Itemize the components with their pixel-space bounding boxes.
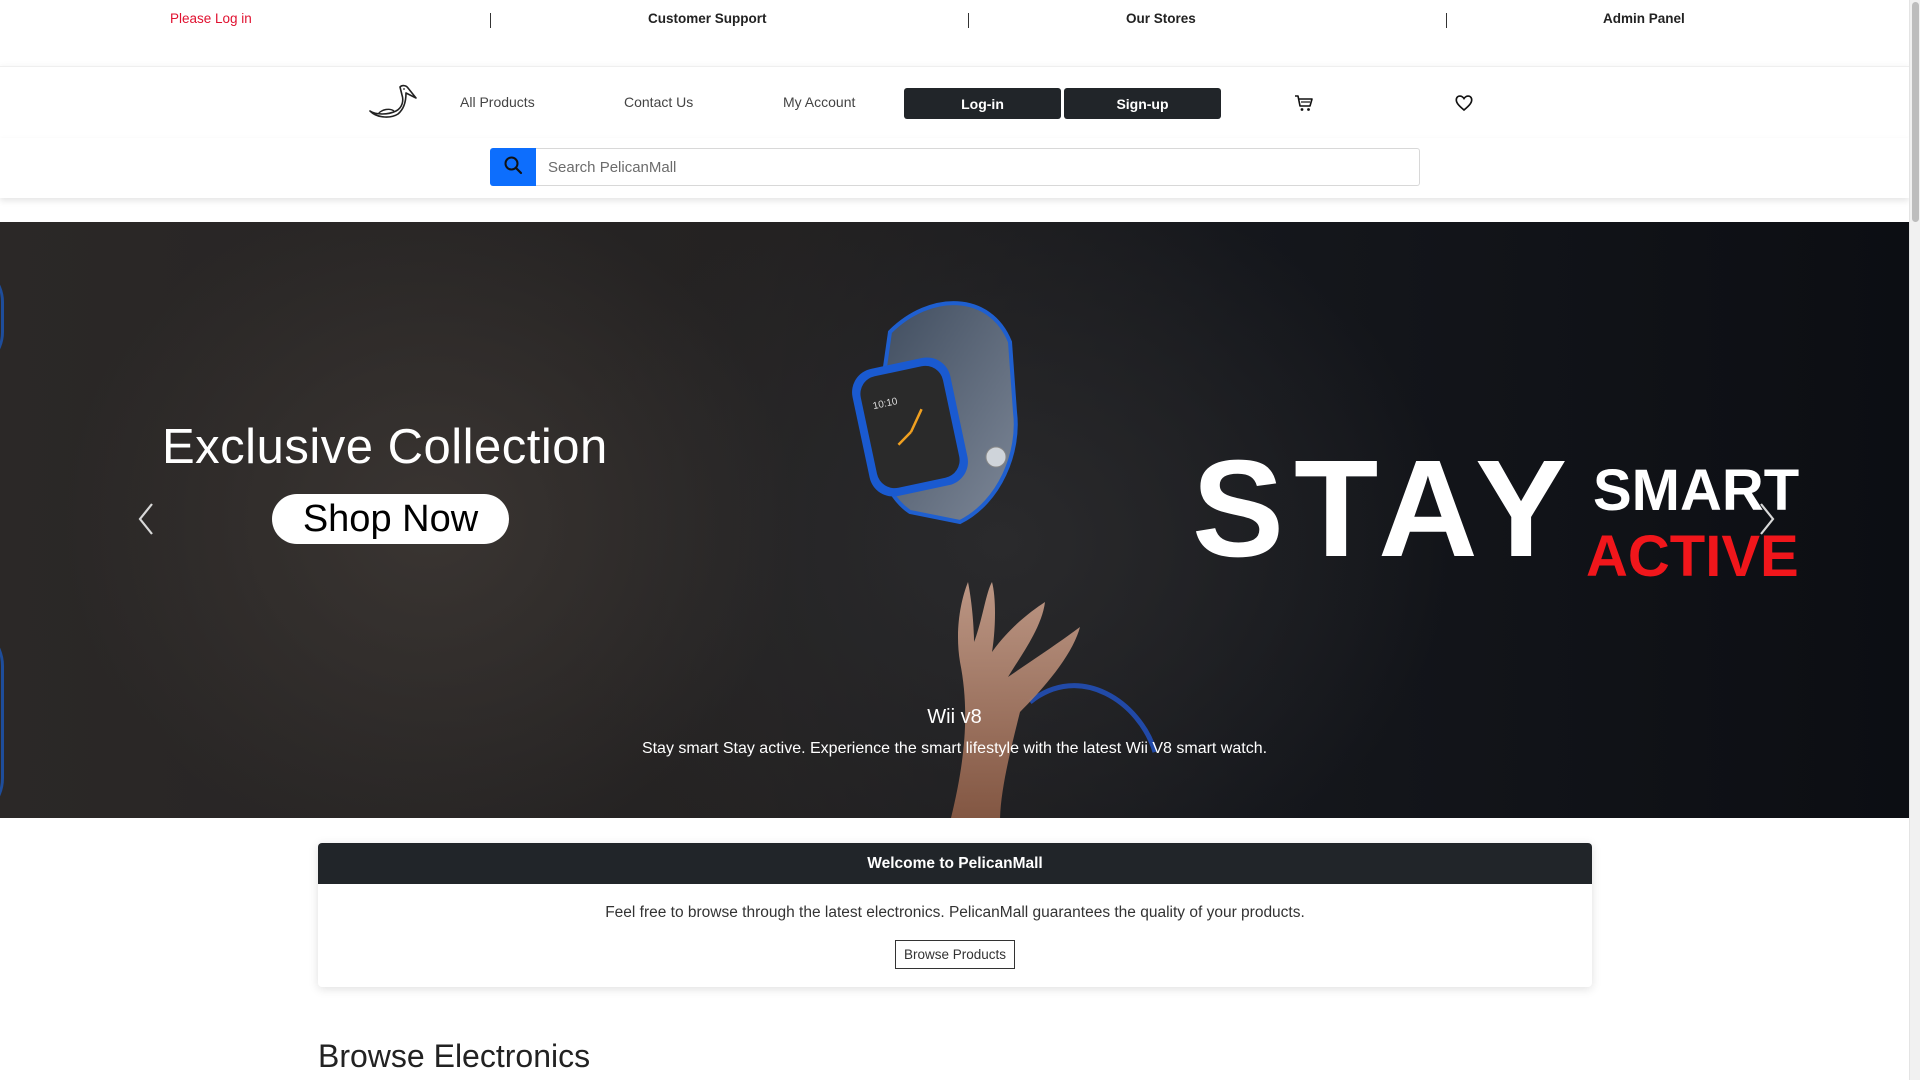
carousel-caption-title: Wii v8 <box>927 706 982 728</box>
main-navbar: All Products Contact Us My Account Log-i… <box>0 66 1909 138</box>
nav-all-products[interactable]: All Products <box>460 94 535 110</box>
smartwatch-hand-image: 10:10 <box>852 301 1158 818</box>
chevron-left-icon[interactable] <box>134 500 158 538</box>
search-button[interactable] <box>490 148 536 186</box>
search-icon <box>503 155 523 179</box>
page: Please Log in Customer Support Our Store… <box>0 0 1920 1080</box>
browse-electronics-heading: Browse Electronics <box>318 1038 591 1074</box>
search-bar-row <box>0 138 1909 198</box>
signup-button[interactable]: Sign-up <box>1064 88 1221 119</box>
scrollbar-thumb[interactable] <box>1912 2 1919 222</box>
welcome-text: Feel free to browse through the latest e… <box>605 904 1305 921</box>
nav-contact-us[interactable]: Contact Us <box>624 94 693 110</box>
hero-stay-text: STAY <box>1192 432 1578 586</box>
page-scrollbar[interactable] <box>1909 0 1920 1080</box>
welcome-card-body: Feel free to browse through the latest e… <box>318 884 1592 969</box>
hero-carousel: Exclusive Collection Shop Now 10:10 STAY… <box>0 222 1909 818</box>
pelican-logo-icon[interactable] <box>366 81 418 121</box>
admin-panel-link[interactable]: Admin Panel <box>1603 11 1685 26</box>
decorative-ring <box>0 262 4 372</box>
customer-support-link[interactable]: Customer Support <box>648 11 767 26</box>
separator <box>490 13 491 28</box>
shop-now-button[interactable]: Shop Now <box>272 494 509 544</box>
cart-icon[interactable] <box>1294 93 1314 113</box>
chevron-right-icon[interactable] <box>1755 500 1779 538</box>
heart-icon[interactable] <box>1454 93 1474 113</box>
search-input[interactable] <box>536 148 1420 186</box>
login-warning-link[interactable]: Please Log in <box>170 11 252 26</box>
login-button[interactable]: Log-in <box>904 88 1061 119</box>
welcome-card-header: Welcome to PelicanMall <box>318 843 1592 884</box>
welcome-card: Welcome to PelicanMall Feel free to brow… <box>318 843 1592 987</box>
hero-headline: Exclusive Collection <box>162 420 608 474</box>
nav-my-account[interactable]: My Account <box>783 94 855 110</box>
top-utility-bar: Please Log in Customer Support Our Store… <box>0 0 1909 42</box>
browse-products-button[interactable]: Browse Products <box>894 940 1016 969</box>
separator <box>1446 13 1447 28</box>
our-stores-link[interactable]: Our Stores <box>1126 11 1196 26</box>
carousel-caption-text: Stay smart Stay active. Experience the s… <box>641 740 1268 757</box>
separator <box>968 13 969 28</box>
